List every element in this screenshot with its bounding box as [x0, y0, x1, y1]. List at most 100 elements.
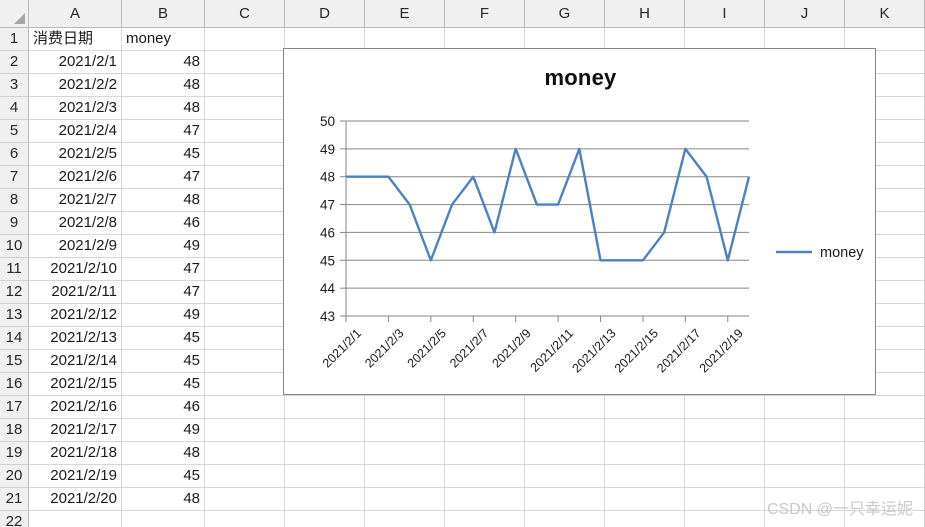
cell-e17[interactable]: [365, 396, 445, 419]
row-header-3[interactable]: 3: [0, 74, 29, 97]
row-header-8[interactable]: 8: [0, 189, 29, 212]
cell-g17[interactable]: [525, 396, 605, 419]
row-header-5[interactable]: 5: [0, 120, 29, 143]
cell-a16[interactable]: 2021/2/15: [29, 373, 122, 396]
cell-c16[interactable]: [205, 373, 285, 396]
cell-c1[interactable]: [205, 28, 285, 51]
cell-b8[interactable]: 48: [122, 189, 205, 212]
cell-k19[interactable]: [845, 442, 925, 465]
cell-f20[interactable]: [445, 465, 525, 488]
cell-k18[interactable]: [845, 419, 925, 442]
cell-i19[interactable]: [685, 442, 765, 465]
cell-c5[interactable]: [205, 120, 285, 143]
cell-h18[interactable]: [605, 419, 685, 442]
cell-b18[interactable]: 49: [122, 419, 205, 442]
cell-a21[interactable]: 2021/2/20: [29, 488, 122, 511]
cell-j22[interactable]: [765, 511, 845, 527]
cell-a8[interactable]: 2021/2/7: [29, 189, 122, 212]
cell-f18[interactable]: [445, 419, 525, 442]
cell-c14[interactable]: [205, 327, 285, 350]
cell-a19[interactable]: 2021/2/18: [29, 442, 122, 465]
cell-b14[interactable]: 45: [122, 327, 205, 350]
row-header-13[interactable]: 13: [0, 304, 29, 327]
cell-g18[interactable]: [525, 419, 605, 442]
cell-h17[interactable]: [605, 396, 685, 419]
row-header-11[interactable]: 11: [0, 258, 29, 281]
cell-b2[interactable]: 48: [122, 51, 205, 74]
cell-a12[interactable]: 2021/2/11: [29, 281, 122, 304]
cell-i22[interactable]: [685, 511, 765, 527]
cell-a1[interactable]: 消费日期: [29, 28, 122, 51]
cell-b19[interactable]: 48: [122, 442, 205, 465]
cell-d21[interactable]: [285, 488, 365, 511]
cell-g20[interactable]: [525, 465, 605, 488]
column-header-g[interactable]: G: [525, 0, 605, 28]
row-header-10[interactable]: 10: [0, 235, 29, 258]
cell-a13[interactable]: 2021/2/12: [29, 304, 122, 327]
cell-j21[interactable]: [765, 488, 845, 511]
cell-b12[interactable]: 47: [122, 281, 205, 304]
cell-a5[interactable]: 2021/2/4: [29, 120, 122, 143]
cell-b7[interactable]: 47: [122, 166, 205, 189]
row-header-1[interactable]: 1: [0, 28, 29, 51]
cell-e21[interactable]: [365, 488, 445, 511]
cell-e19[interactable]: [365, 442, 445, 465]
row-header-16[interactable]: 16: [0, 373, 29, 396]
column-header-j[interactable]: J: [765, 0, 845, 28]
cell-h19[interactable]: [605, 442, 685, 465]
row-header-6[interactable]: 6: [0, 143, 29, 166]
cell-b1[interactable]: money: [122, 28, 205, 51]
cell-b22[interactable]: [122, 511, 205, 527]
column-header-k[interactable]: K: [845, 0, 925, 28]
cell-a14[interactable]: 2021/2/13: [29, 327, 122, 350]
cell-b16[interactable]: 45: [122, 373, 205, 396]
cell-c11[interactable]: [205, 258, 285, 281]
cell-c15[interactable]: [205, 350, 285, 373]
cell-c8[interactable]: [205, 189, 285, 212]
cell-b20[interactable]: 45: [122, 465, 205, 488]
cell-b9[interactable]: 46: [122, 212, 205, 235]
cell-d22[interactable]: [285, 511, 365, 527]
row-header-18[interactable]: 18: [0, 419, 29, 442]
cell-i20[interactable]: [685, 465, 765, 488]
column-header-i[interactable]: I: [685, 0, 765, 28]
select-all-corner[interactable]: [0, 0, 29, 28]
cell-c21[interactable]: [205, 488, 285, 511]
cell-f19[interactable]: [445, 442, 525, 465]
column-header-c[interactable]: C: [205, 0, 285, 28]
row-header-4[interactable]: 4: [0, 97, 29, 120]
row-header-19[interactable]: 19: [0, 442, 29, 465]
line-chart[interactable]: money 43 44 45 46 47 48 49 50 2021/2/1 2021/2/3 20…: [283, 48, 876, 395]
cell-b17[interactable]: 46: [122, 396, 205, 419]
row-header-15[interactable]: 15: [0, 350, 29, 373]
cell-b11[interactable]: 47: [122, 258, 205, 281]
cell-e18[interactable]: [365, 419, 445, 442]
cell-g19[interactable]: [525, 442, 605, 465]
column-header-h[interactable]: H: [605, 0, 685, 28]
cell-f22[interactable]: [445, 511, 525, 527]
cell-h22[interactable]: [605, 511, 685, 527]
cell-b21[interactable]: 48: [122, 488, 205, 511]
cell-j17[interactable]: [765, 396, 845, 419]
cell-d20[interactable]: [285, 465, 365, 488]
cell-a7[interactable]: 2021/2/6: [29, 166, 122, 189]
cell-c10[interactable]: [205, 235, 285, 258]
cell-c6[interactable]: [205, 143, 285, 166]
cell-c17[interactable]: [205, 396, 285, 419]
cell-g22[interactable]: [525, 511, 605, 527]
cell-a17[interactable]: 2021/2/16: [29, 396, 122, 419]
column-header-a[interactable]: A: [29, 0, 122, 28]
cell-j18[interactable]: [765, 419, 845, 442]
cell-c9[interactable]: [205, 212, 285, 235]
cell-k22[interactable]: [845, 511, 925, 527]
row-header-17[interactable]: 17: [0, 396, 29, 419]
column-header-f[interactable]: F: [445, 0, 525, 28]
cell-g21[interactable]: [525, 488, 605, 511]
cell-a18[interactable]: 2021/2/17: [29, 419, 122, 442]
cell-a10[interactable]: 2021/2/9: [29, 235, 122, 258]
cell-a20[interactable]: 2021/2/19: [29, 465, 122, 488]
column-header-e[interactable]: E: [365, 0, 445, 28]
cell-c12[interactable]: [205, 281, 285, 304]
cell-a11[interactable]: 2021/2/10: [29, 258, 122, 281]
cell-k20[interactable]: [845, 465, 925, 488]
